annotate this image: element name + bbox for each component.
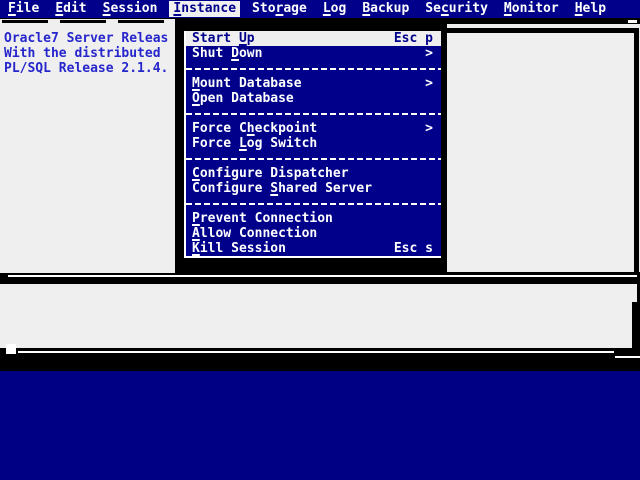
menu-separator [186, 151, 441, 166]
mnemonic-letter: O [192, 91, 200, 106]
menu-separator [186, 196, 441, 211]
menu-item-label: Allow Connection [192, 226, 317, 241]
lower-window-border-line [18, 351, 614, 353]
status-window-right-border [632, 302, 637, 348]
menu-bar: File Edit Session Instance Storage Log Backup S… [0, 0, 640, 18]
menubar-item-log[interactable]: Log [319, 1, 350, 17]
submenu-arrow-icon: > [425, 46, 433, 61]
menu-item-configure-shared-server[interactable]: Configure Shared Server [186, 181, 441, 196]
mnemonic-letter: L [323, 1, 331, 16]
menu-item-label: Kill Session [192, 241, 286, 256]
menu-item-label: Force Log Switch [192, 136, 317, 151]
mnemonic-letter: H [575, 1, 583, 16]
menu-item-force-log-switch[interactable]: Force Log Switch [186, 136, 441, 151]
window-top-border [2, 20, 173, 23]
screen: File Edit Session Instance Storage Log Backup S… [0, 0, 640, 480]
menu-item-label: Configure Shared Server [192, 181, 372, 196]
mnemonic-letter: M [192, 76, 200, 91]
menu-item-label: Open Database [192, 91, 294, 106]
right-window [447, 24, 640, 272]
right-window-right-border [634, 28, 639, 272]
menu-separator [186, 61, 441, 76]
menubar-item-instance[interactable]: Instance [169, 1, 240, 17]
menu-item-label: Force Checkpoint [192, 121, 317, 136]
mnemonic-letter: F [8, 1, 16, 16]
menu-item-label: Start Up [192, 31, 255, 46]
submenu-arrow-icon: > [425, 121, 433, 136]
window-corner-notch [6, 344, 16, 354]
menu-item-kill-session[interactable]: Kill Session Esc s [186, 241, 441, 256]
menubar-item-file[interactable]: File [4, 1, 43, 17]
menubar-item-session[interactable]: Session [99, 1, 162, 17]
lower-window-border-line-right [615, 356, 640, 358]
menu-item-prevent-connection[interactable]: Prevent Connection [186, 211, 441, 226]
menu-separator [186, 106, 441, 121]
menubar-item-edit[interactable]: Edit [51, 1, 90, 17]
output-line: With the distributed [4, 46, 175, 61]
menubar-item-help[interactable]: Help [571, 1, 610, 17]
hidden-window-border-line [8, 275, 637, 277]
menubar-item-storage[interactable]: Storage [248, 1, 311, 17]
accelerator-label: Esc s [394, 241, 433, 256]
menu-item-configure-dispatcher[interactable]: Configure Dispatcher [186, 166, 441, 181]
mnemonic-letter: I [173, 1, 181, 16]
mnemonic-letter: S [103, 1, 111, 16]
instance-dropdown-menu: Start Up Esc p Shut Down > Mount Database > Op… [184, 31, 441, 258]
right-window-top-border [447, 28, 634, 33]
server-output-text: Oracle7 Server ReleasWith the distribute… [0, 19, 175, 76]
mnemonic-letter: K [192, 241, 200, 256]
menu-item-shut-down[interactable]: Shut Down > [186, 46, 441, 61]
mnemonic-letter: U [239, 31, 247, 46]
mnemonic-letter: A [192, 226, 200, 241]
server-output-window: Oracle7 Server ReleasWith the distribute… [0, 19, 177, 273]
menu-item-label: Configure Dispatcher [192, 166, 349, 181]
menu-item-label: Prevent Connection [192, 211, 333, 226]
menu-item-force-checkpoint[interactable]: Force Checkpoint > [186, 121, 441, 136]
menubar-item-backup[interactable]: Backup [358, 1, 413, 17]
mnemonic-letter: M [504, 1, 512, 16]
menu-item-label: Mount Database [192, 76, 302, 91]
mnemonic-letter: c [441, 1, 449, 16]
menu-item-allow-connection[interactable]: Allow Connection [186, 226, 441, 241]
mnemonic-letter: r [276, 1, 284, 16]
mnemonic-letter: B [362, 1, 370, 16]
submenu-arrow-icon: > [425, 76, 433, 91]
mnemonic-letter: L [239, 136, 247, 151]
menu-item-start-up[interactable]: Start Up Esc p [186, 31, 441, 46]
window-corner-dash [628, 20, 637, 23]
accelerator-label: Esc p [394, 31, 433, 46]
command-panel [0, 371, 640, 480]
mnemonic-letter: P [192, 211, 200, 226]
mnemonic-letter: D [231, 46, 239, 61]
mnemonic-letter: h [247, 121, 255, 136]
menubar-item-security[interactable]: Security [421, 1, 492, 17]
menubar-item-monitor[interactable]: Monitor [500, 1, 563, 17]
menu-item-open-database[interactable]: Open Database [186, 91, 441, 106]
menu-item-label: Shut Down [192, 46, 262, 61]
mnemonic-letter: S [270, 181, 278, 196]
output-line: PL/SQL Release 2.1.4. [4, 61, 175, 76]
mnemonic-letter: C [192, 166, 200, 181]
status-window [0, 284, 637, 348]
menu-item-mount-database[interactable]: Mount Database > [186, 76, 441, 91]
output-line: Oracle7 Server Releas [4, 31, 175, 46]
mnemonic-letter: E [55, 1, 63, 16]
